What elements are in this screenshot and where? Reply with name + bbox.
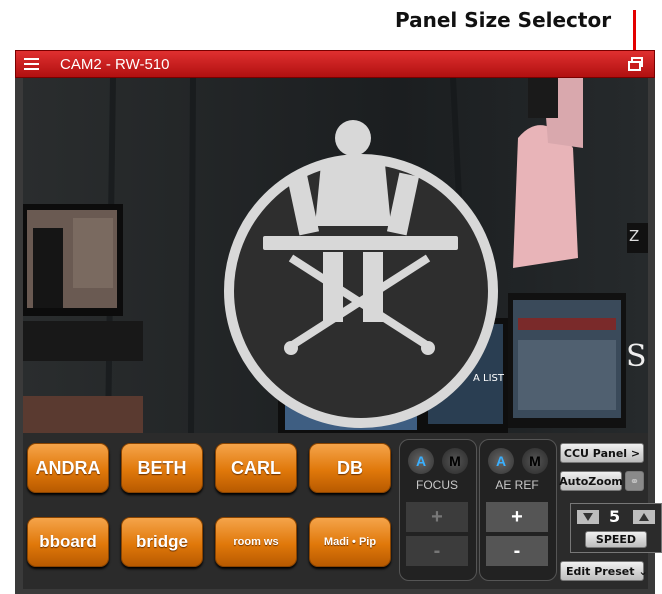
focus-label: FOCUS (416, 478, 458, 492)
speed-control: 5 SPEED (570, 503, 662, 553)
preset-button-andra[interactable]: ANDRA (27, 443, 109, 493)
ae-ref-plus-button[interactable]: + (486, 502, 548, 532)
focus-plus-button[interactable]: + (406, 502, 468, 532)
preset-button-room-ws[interactable]: room ws (215, 517, 297, 567)
title-bar: CAM2 - RW-510 (15, 50, 655, 78)
ae-ref-auto-button[interactable]: A (488, 448, 514, 474)
ae-ref-minus-button[interactable]: - (486, 536, 548, 566)
focus-auto-button[interactable]: A (408, 448, 434, 474)
edit-preset-dropdown[interactable]: Edit Preset ⌄ (560, 561, 648, 581)
focus-minus-button[interactable]: - (406, 536, 468, 566)
ae-ref-manual-button[interactable]: M (522, 448, 548, 474)
speed-down-button[interactable] (577, 510, 599, 524)
svg-text:S: S (626, 339, 647, 374)
speed-label: SPEED (585, 531, 647, 548)
ae-ref-label: AE REF (495, 478, 539, 492)
panel-title: CAM2 - RW-510 (60, 56, 170, 73)
svg-text:A LIST: A LIST (473, 373, 505, 384)
speed-value: 5 (609, 507, 621, 526)
hamburger-icon[interactable] (24, 58, 39, 71)
preset-button-madi-pip[interactable]: Madi • Pip (309, 517, 391, 567)
speed-up-button[interactable] (633, 510, 655, 524)
preset-button-beth[interactable]: BETH (121, 443, 203, 493)
edit-preset-label: Edit Preset (566, 564, 635, 578)
annotation-pointer (633, 10, 636, 54)
preset-button-bboard[interactable]: bboard (27, 517, 109, 567)
link-icon[interactable]: ⚭ (625, 471, 644, 491)
focus-manual-button[interactable]: M (442, 448, 468, 474)
ccu-panel-button[interactable]: CCU Panel > (560, 443, 644, 463)
preset-button-carl[interactable]: CARL (215, 443, 297, 493)
chevron-down-icon: ⌄ (638, 564, 648, 578)
camera-panel: CAM2 - RW-510 A LIST Z S ANDRA BETH CARL… (15, 50, 662, 594)
window-restore-icon[interactable] (628, 57, 644, 71)
annotation-label: Panel Size Selector (395, 8, 612, 32)
preset-button-bridge[interactable]: bridge (121, 517, 203, 567)
focus-group: A M FOCUS + - (399, 439, 477, 581)
svg-text:Z: Z (629, 227, 639, 245)
autozoom-button[interactable]: AutoZoom (559, 471, 623, 491)
camera-video-feed[interactable]: A LIST Z S (23, 78, 648, 433)
control-bar: ANDRA BETH CARL DB bboard bridge room ws… (23, 433, 662, 589)
ae-ref-group: A M AE REF + - (479, 439, 557, 581)
preset-button-db[interactable]: DB (309, 443, 391, 493)
